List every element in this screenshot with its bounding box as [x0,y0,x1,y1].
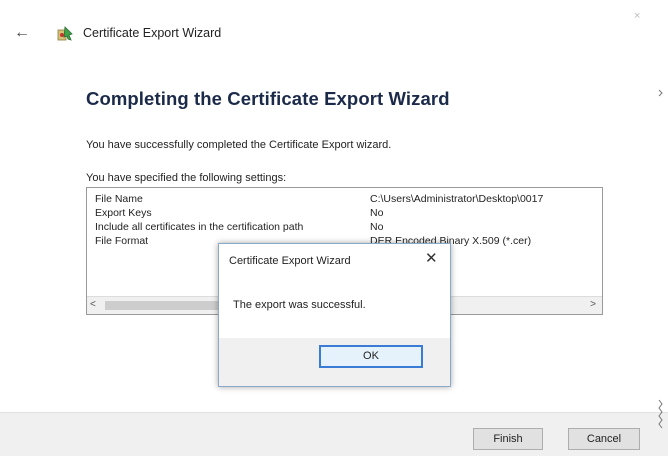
setting-row-include-certificates: Include all certificates in the certific… [95,221,600,234]
settings-label: You have specified the following setting… [86,172,287,184]
back-arrow-icon[interactable]: ← [14,25,30,41]
finish-button[interactable]: Finish [473,428,543,450]
scroll-right-icon[interactable]: > [590,299,596,310]
setting-value: No [370,221,384,233]
setting-row-file-name: File Name C:\Users\Administrator\Desktop… [95,193,600,206]
wizard-title-bar: ← Certificate Export Wizard × [0,0,668,60]
setting-value: No [370,207,384,219]
dialog-close-icon[interactable]: ✕ [425,251,438,266]
certificate-wizard-icon [56,24,74,42]
scrollbar-thumb[interactable] [105,301,225,310]
setting-value: C:\Users\Administrator\Desktop\0017 [370,193,544,205]
setting-name: File Name [95,193,143,205]
dialog-message: The export was successful. [233,299,366,311]
setting-name: Export Keys [95,207,152,219]
dialog-title: Certificate Export Wizard [229,255,351,267]
window-edge-artifact [658,89,663,429]
completion-message: You have successfully completed the Cert… [86,139,392,151]
setting-name: File Format [95,235,149,247]
setting-name: Include all certificates in the certific… [95,221,304,233]
setting-row-export-keys: Export Keys No [95,207,600,220]
export-success-dialog: Certificate Export Wizard ✕ The export w… [218,243,451,387]
cancel-button[interactable]: Cancel [568,428,640,450]
ok-button[interactable]: OK [319,345,423,368]
scroll-left-icon[interactable]: < [90,299,96,310]
window-close-icon[interactable]: × [634,10,640,22]
page-heading: Completing the Certificate Export Wizard [86,88,450,109]
window-title: Certificate Export Wizard [83,26,222,40]
